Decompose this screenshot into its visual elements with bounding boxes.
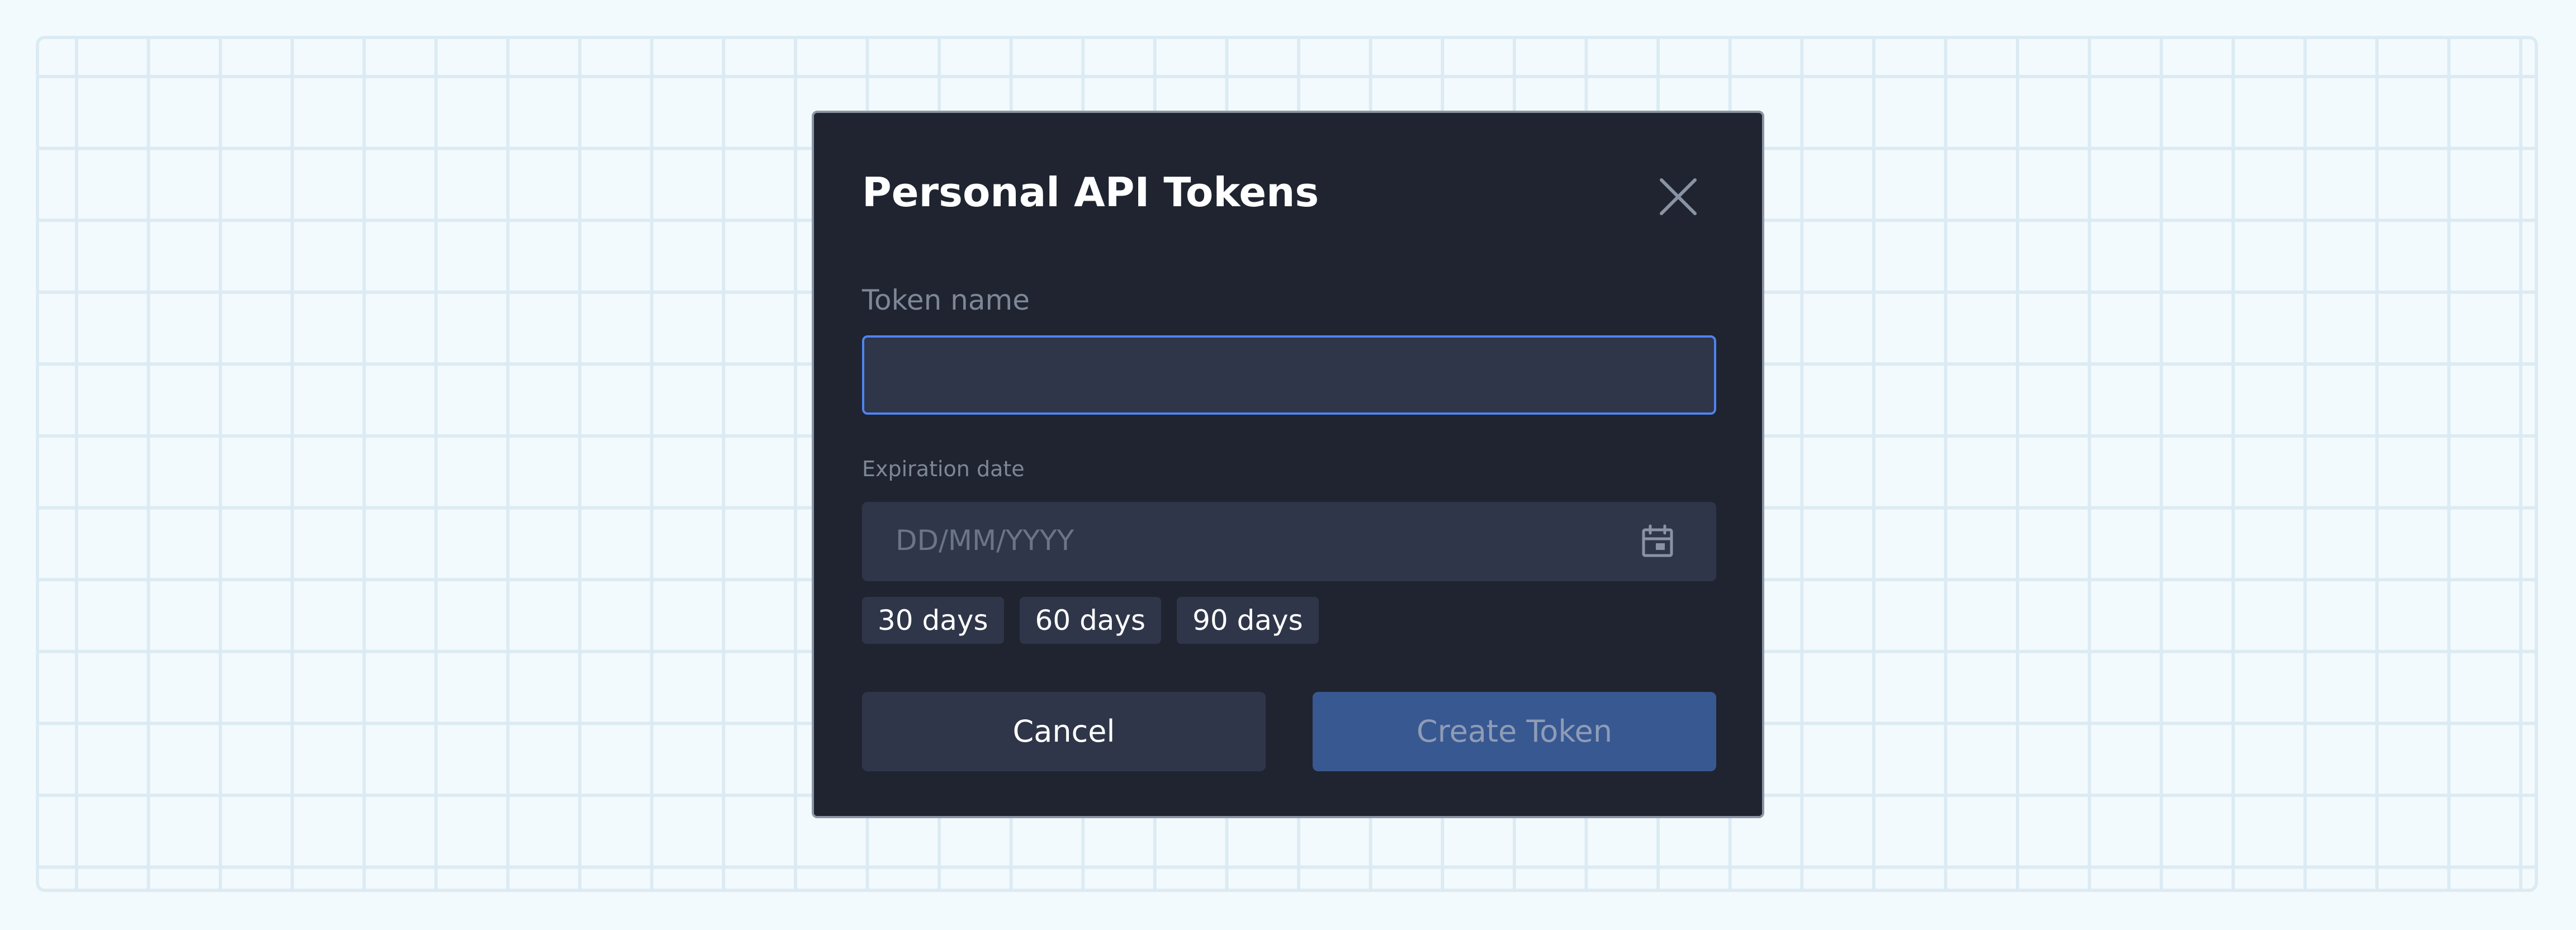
preset-60-days[interactable]: 60 days <box>1019 597 1162 644</box>
expiration-date-label: Expiration date <box>862 457 1025 481</box>
expiration-date-input[interactable]: DD/MM/YYYY <box>862 502 1716 581</box>
cancel-button[interactable]: Cancel <box>862 692 1266 771</box>
close-icon <box>1660 178 1697 215</box>
preset-30-days[interactable]: 30 days <box>862 597 1004 644</box>
token-name-label: Token name <box>862 284 1030 316</box>
date-placeholder: DD/MM/YYYY <box>896 524 1074 557</box>
preset-90-days[interactable]: 90 days <box>1177 597 1319 644</box>
calendar-icon[interactable] <box>1639 523 1676 560</box>
api-tokens-dialog: Personal API Tokens Token name Expiratio… <box>812 111 1764 818</box>
token-name-input[interactable] <box>862 335 1716 415</box>
create-token-button[interactable]: Create Token <box>1313 692 1716 771</box>
close-button[interactable] <box>1655 173 1702 220</box>
expiration-presets: 30 days 60 days 90 days <box>862 597 1319 644</box>
dialog-title: Personal API Tokens <box>862 169 1319 216</box>
